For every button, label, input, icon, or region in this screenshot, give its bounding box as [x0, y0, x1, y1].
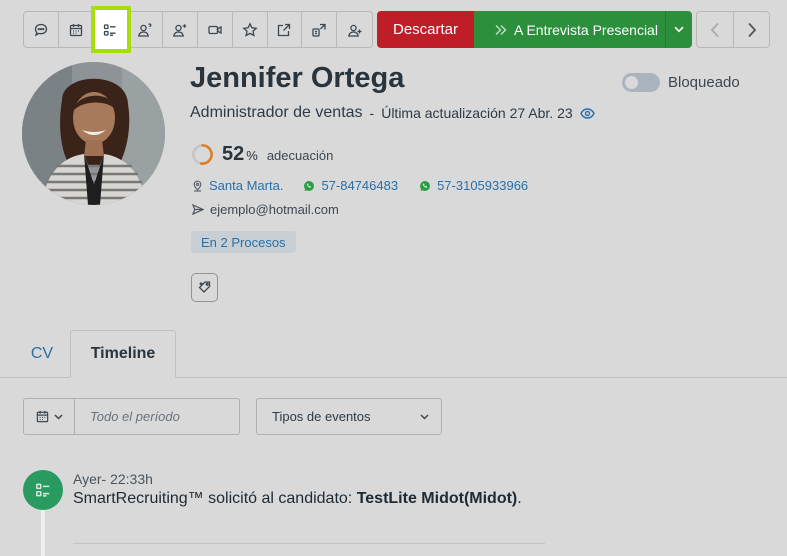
timeline-test-name[interactable]: TestLite Midot(Midot) — [357, 490, 518, 507]
candidate-navigation — [696, 11, 770, 48]
match-value: 52 — [222, 143, 245, 165]
calendar-icon — [69, 23, 82, 36]
role-line: Administrador de ventas - Última actuali… — [190, 104, 595, 122]
contact-info: Santa Marta. 57-84746483 57-3105933966 — [192, 178, 528, 193]
phone-1-text: 57-84746483 — [321, 178, 399, 193]
timeline-text-prefix: SmartRecruiting™ solicitó al candidato: — [73, 490, 357, 507]
date-filter — [23, 398, 240, 435]
match-progress-ring — [192, 144, 213, 165]
chevron-down-icon — [674, 26, 684, 33]
candidate-role: Administrador de ventas — [190, 104, 363, 121]
move-stage-button[interactable]: A Entrevista Presencial — [474, 11, 665, 48]
email[interactable]: ejemplo@hotmail.com — [192, 202, 339, 217]
candidate-name: Jennifer Ortega — [190, 62, 405, 94]
tab-timeline[interactable]: Timeline — [70, 330, 176, 378]
timeline-divider — [73, 543, 545, 544]
location-text: Santa Marta. — [209, 178, 284, 193]
user-question-icon — [138, 22, 152, 37]
chevron-left-icon — [710, 22, 719, 37]
tool-button-group — [23, 6, 373, 53]
checklist-icon — [36, 483, 50, 497]
chevron-right-icon — [747, 22, 756, 37]
export-icon — [312, 23, 326, 37]
whatsapp-icon — [304, 180, 315, 191]
previous-candidate-button[interactable] — [697, 12, 733, 47]
blocked-toggle-group: Bloqueado — [622, 73, 740, 92]
processes-text: En 2 Procesos — [201, 234, 286, 250]
phone-2[interactable]: 57-3105933966 — [419, 178, 528, 193]
checklist-icon — [104, 23, 116, 36]
discard-button[interactable]: Descartar — [377, 11, 474, 48]
send-icon — [192, 204, 204, 215]
user-question-button[interactable] — [128, 12, 164, 47]
chat-button[interactable] — [24, 12, 59, 47]
location-pin-icon — [193, 180, 202, 192]
star-icon — [241, 21, 258, 37]
event-types-select[interactable]: Tipos de eventos — [256, 398, 442, 435]
timeline-event-marker — [23, 470, 63, 510]
next-candidate-button[interactable] — [733, 12, 769, 47]
processes-badge[interactable]: En 2 Procesos — [191, 231, 296, 253]
whatsapp-icon — [420, 180, 431, 191]
discard-label: Descartar — [392, 21, 459, 38]
export-button[interactable] — [302, 12, 338, 47]
schedule-button[interactable] — [59, 12, 94, 47]
tab-timeline-label: Timeline — [90, 345, 156, 362]
tab-cv-label: CV — [30, 345, 54, 362]
calendar-icon — [36, 410, 49, 423]
match-score: 52 % adecuación — [191, 143, 333, 166]
chevron-down-icon — [420, 413, 429, 420]
date-period-input[interactable] — [75, 409, 235, 424]
blocked-label: Bloqueado — [668, 74, 740, 91]
avatar — [22, 62, 165, 205]
last-updated: Última actualización 27 Abr. 23 — [381, 105, 573, 121]
favorite-button[interactable] — [233, 12, 268, 47]
user-plus-icon — [347, 24, 362, 37]
eye-icon — [579, 107, 595, 119]
stage-dropdown-button[interactable] — [665, 11, 692, 48]
user-plus-button[interactable] — [337, 12, 372, 47]
checklist-button[interactable] — [90, 6, 132, 53]
chat-icon — [34, 23, 48, 36]
timeline-track — [41, 505, 45, 556]
match-unit: % — [246, 148, 258, 163]
match-label: adecuación — [266, 148, 334, 163]
user-add-icon — [173, 23, 187, 37]
location[interactable]: Santa Marta. — [192, 178, 283, 193]
tab-cv[interactable]: CV — [16, 330, 68, 378]
tag-add-icon — [198, 281, 211, 293]
action-toolbar — [23, 6, 373, 53]
double-chevron-right-icon — [495, 24, 507, 35]
add-tag-button[interactable] — [191, 273, 218, 302]
user-add-button[interactable] — [163, 12, 198, 47]
video-button[interactable] — [198, 12, 233, 47]
blocked-toggle[interactable] — [622, 73, 660, 92]
event-types-label: Tipos de eventos — [272, 409, 371, 424]
date-range-dropdown[interactable] — [24, 399, 75, 434]
email-text: ejemplo@hotmail.com — [210, 202, 339, 217]
timeline-event-text: SmartRecruiting™ solicitó al candidato: … — [73, 490, 522, 508]
video-icon — [208, 25, 222, 34]
timeline-text-suffix: . — [517, 490, 522, 507]
timeline-event-time: Ayer- 22:33h — [73, 471, 153, 487]
external-edit-button[interactable] — [268, 12, 303, 47]
role-separator: - — [369, 105, 375, 121]
stage-label: A Entrevista Presencial — [514, 21, 658, 38]
phone-1[interactable]: 57-84746483 — [303, 178, 398, 193]
phone-2-text: 57-3105933966 — [437, 178, 529, 193]
external-edit-icon — [278, 23, 291, 36]
view-history-button[interactable] — [579, 107, 595, 120]
chevron-down-icon — [54, 413, 63, 420]
